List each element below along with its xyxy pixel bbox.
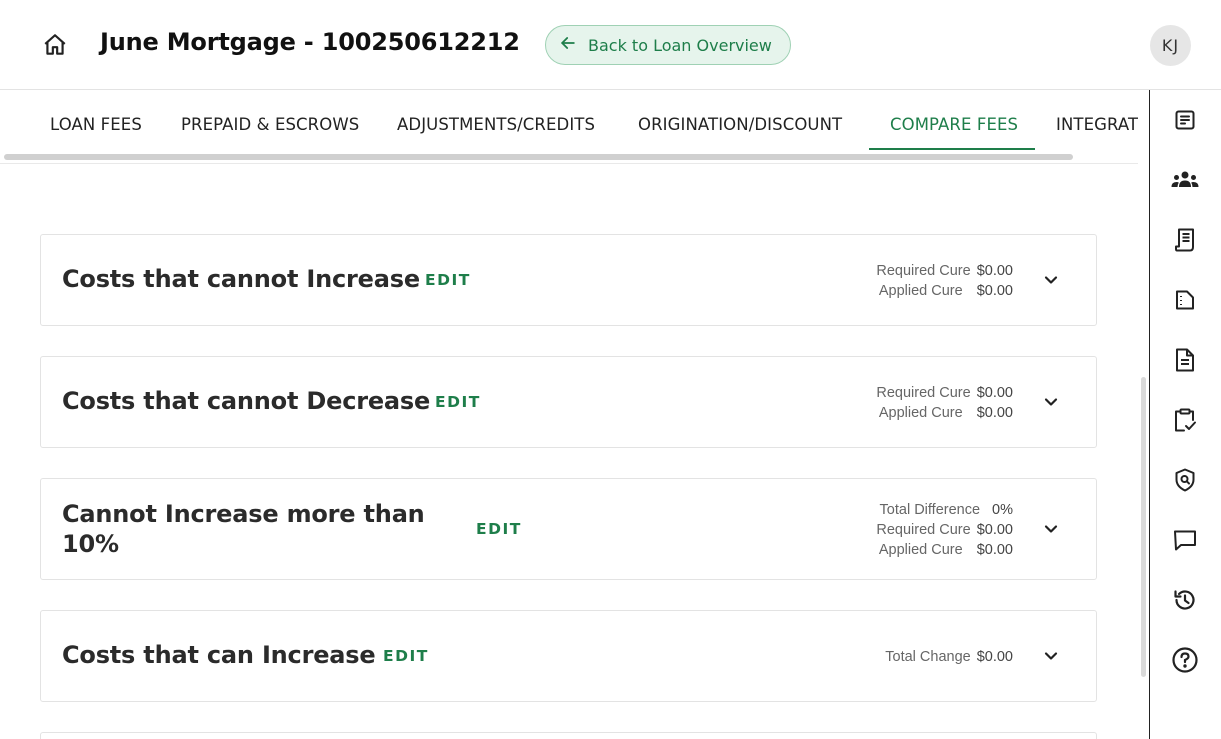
- tab-origination-discount[interactable]: ORIGINATION/DISCOUNT: [638, 115, 842, 134]
- summary-value: $0.00: [976, 542, 1013, 558]
- chat-icon[interactable]: [1170, 525, 1200, 555]
- content-scrollbar[interactable]: [1141, 377, 1146, 677]
- tab-integrations[interactable]: INTEGRATIONS: [1056, 115, 1138, 134]
- card-costs-can-increase: Costs that can Increase EDIT Total Chang…: [40, 610, 1097, 702]
- tab-scrollbar[interactable]: [4, 154, 1073, 160]
- card-partial: [40, 732, 1097, 739]
- card-costs-cannot-increase: Costs that cannot Increase EDIT Required…: [40, 234, 1097, 326]
- card-title: Cannot Increase more than 10%: [62, 499, 425, 559]
- edit-button[interactable]: EDIT: [435, 393, 481, 411]
- tab-bar: LOAN FEES PREPAID & ESCROWS ADJUSTMENTS/…: [0, 90, 1138, 164]
- card-title: Costs that cannot Decrease: [62, 387, 431, 415]
- tab-compare-fees[interactable]: COMPARE FEES: [890, 115, 1018, 134]
- arrow-left-icon: [558, 33, 578, 58]
- back-to-loan-overview-button[interactable]: Back to Loan Overview: [545, 25, 791, 65]
- summary-label: Required Cure: [876, 263, 971, 279]
- chevron-down-icon[interactable]: [1040, 269, 1062, 291]
- summary-value: $0.00: [976, 385, 1013, 401]
- card-title-line: Cannot Increase more than: [62, 500, 425, 528]
- card-costs-cannot-decrease: Costs that cannot Decrease EDIT Required…: [40, 356, 1097, 448]
- history-icon[interactable]: [1170, 585, 1200, 615]
- help-icon[interactable]: [1170, 645, 1200, 675]
- change-summary: Total Change $0.00: [885, 647, 1013, 667]
- summary-label: Applied Cure: [878, 542, 963, 558]
- card-title-line: 10%: [62, 530, 119, 558]
- right-toolbar: [1149, 90, 1221, 739]
- back-button-label: Back to Loan Overview: [588, 35, 772, 55]
- clipboard-check-icon[interactable]: [1170, 405, 1200, 435]
- people-icon[interactable]: [1170, 165, 1200, 195]
- home-icon[interactable]: [41, 31, 69, 59]
- summary-label: Applied Cure: [878, 283, 963, 299]
- card-cannot-increase-more-than-10: Cannot Increase more than 10% EDIT Total…: [40, 478, 1097, 580]
- tab-loan-fees[interactable]: LOAN FEES: [50, 115, 142, 134]
- card-title: Costs that cannot Increase: [62, 265, 420, 293]
- file-text-icon[interactable]: [1170, 345, 1200, 375]
- shield-search-icon[interactable]: [1170, 465, 1200, 495]
- cure-summary: Required Cure $0.00 Applied Cure $0.00: [876, 261, 1013, 301]
- summary-value: $0.00: [976, 405, 1013, 421]
- summary-icon[interactable]: [1170, 105, 1200, 135]
- summary-label: Required Cure: [876, 522, 971, 538]
- receipt-icon[interactable]: [1170, 225, 1200, 255]
- summary-label: Applied Cure: [878, 405, 963, 421]
- summary-value: 0%: [992, 502, 1013, 518]
- chevron-down-icon[interactable]: [1040, 518, 1062, 540]
- summary-value: $0.00: [976, 283, 1013, 299]
- page-title: June Mortgage - 100250612212: [100, 28, 520, 56]
- avatar[interactable]: KJ: [1150, 25, 1191, 66]
- summary-label: Total Difference: [879, 502, 981, 518]
- edit-button[interactable]: EDIT: [383, 647, 429, 665]
- summary-value: $0.00: [976, 649, 1013, 665]
- summary-value: $0.00: [976, 263, 1013, 279]
- chevron-down-icon[interactable]: [1040, 391, 1062, 413]
- chevron-down-icon[interactable]: [1040, 645, 1062, 667]
- app-header: June Mortgage - 100250612212 Back to Loa…: [0, 0, 1221, 90]
- tab-prepaid-escrows[interactable]: PREPAID & ESCROWS: [181, 115, 359, 134]
- summary-value: $0.00: [976, 522, 1013, 538]
- tab-adjustments-credits[interactable]: ADJUSTMENTS/CREDITS: [397, 115, 595, 134]
- summary-label: Required Cure: [876, 385, 971, 401]
- cure-summary: Total Difference 0% Required Cure $0.00 Ap…: [876, 500, 1013, 560]
- edit-button[interactable]: EDIT: [425, 271, 471, 289]
- active-tab-indicator: [869, 148, 1035, 150]
- cure-summary: Required Cure $0.00 Applied Cure $0.00: [876, 383, 1013, 423]
- document-outline-icon[interactable]: [1170, 285, 1200, 315]
- summary-label: Total Change: [885, 649, 971, 665]
- card-title: Costs that can Increase: [62, 641, 376, 669]
- edit-button[interactable]: EDIT: [476, 520, 522, 538]
